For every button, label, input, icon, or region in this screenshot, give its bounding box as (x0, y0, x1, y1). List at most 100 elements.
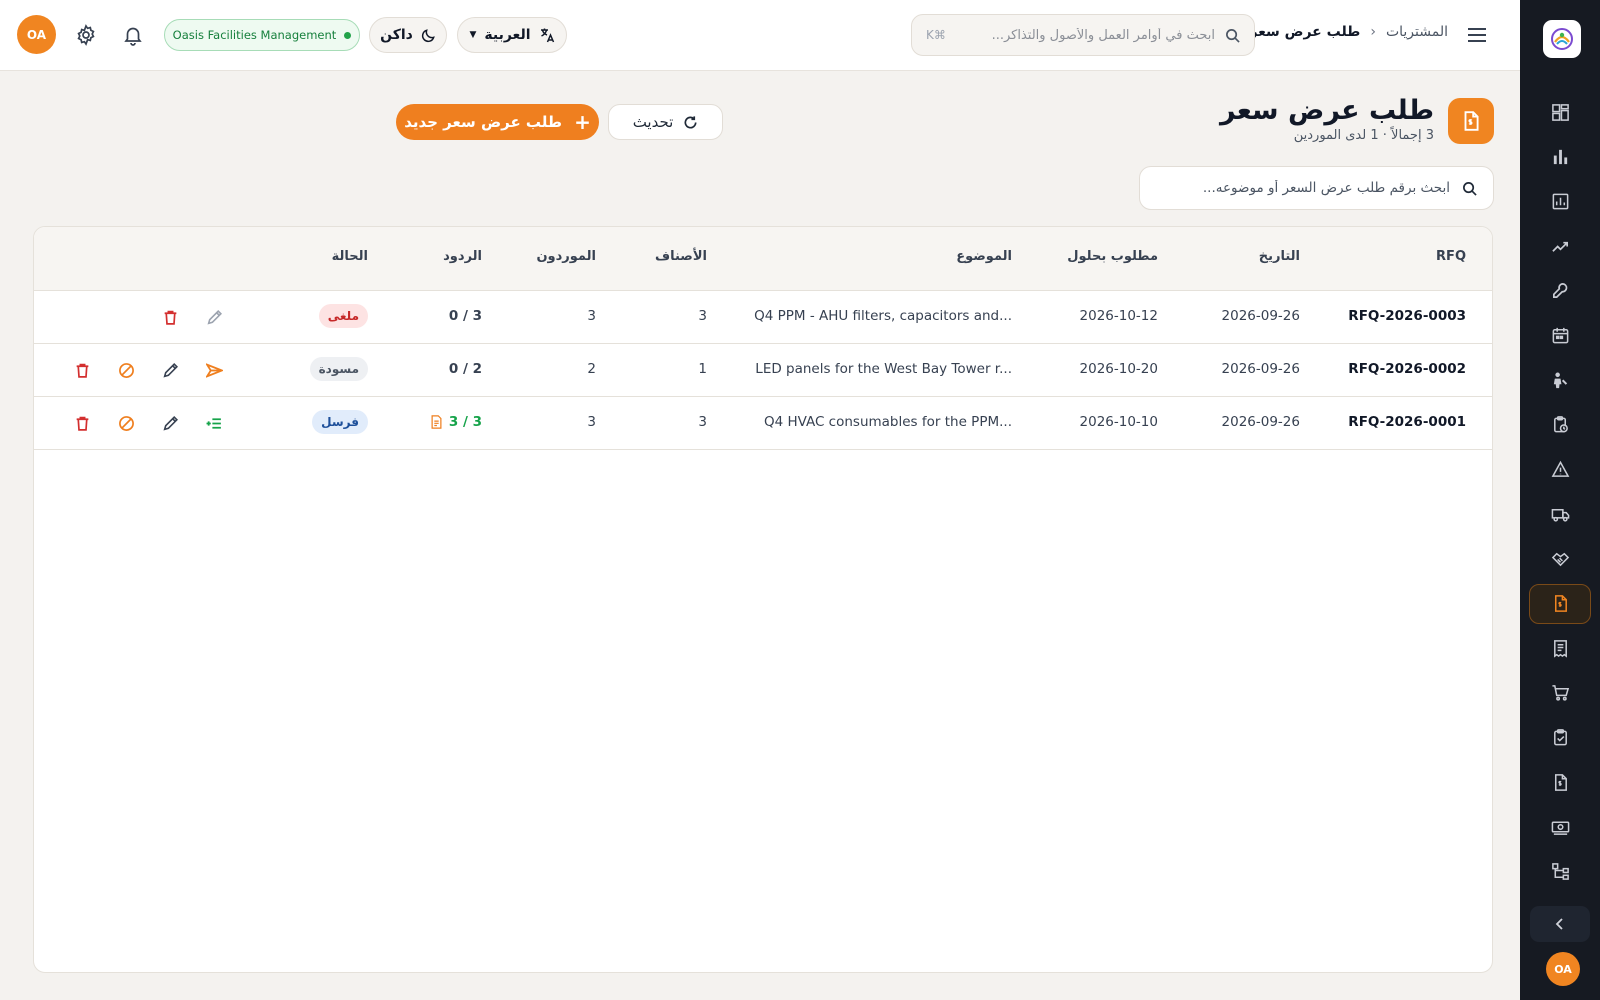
organization-badge[interactable]: Oasis Facilities Management (164, 19, 360, 51)
sidebar-item-payments[interactable] (1529, 807, 1591, 847)
trash-icon (76, 416, 88, 431)
sidebar-item-logistics[interactable] (1529, 494, 1591, 534)
theme-label: داكن (380, 27, 413, 43)
cell-suppliers: 2 (587, 361, 596, 377)
send-button[interactable] (204, 360, 224, 380)
col-rfq[interactable]: RFQ (1436, 249, 1466, 264)
translate-icon (540, 28, 554, 43)
plus-icon: + (574, 110, 591, 134)
refresh-button[interactable]: تحديث (608, 104, 723, 140)
cell-items: 1 (698, 361, 707, 377)
cell-responses: 3 / 3 (430, 414, 482, 430)
handshake-icon (1551, 553, 1569, 567)
settings-button[interactable] (75, 24, 97, 46)
sidebar-item-org-structure[interactable] (1529, 852, 1591, 892)
notifications-button[interactable] (122, 24, 144, 46)
delete-button[interactable] (160, 307, 180, 327)
refresh-label: تحديث (632, 113, 674, 131)
logo-icon (1551, 28, 1573, 50)
report-chart-icon (1552, 193, 1568, 210)
new-rfq-button[interactable]: + طلب عرض سعر جديد (396, 104, 599, 140)
sidebar-item-invoices[interactable] (1529, 762, 1591, 802)
cell-suppliers: 3 (587, 414, 596, 430)
new-rfq-label: طلب عرض سعر جديد (404, 113, 563, 131)
col-subject[interactable]: الموضوع (956, 249, 1012, 264)
breadcrumb-separator-icon: ‹ (1370, 24, 1376, 40)
edit-button[interactable] (204, 307, 224, 327)
user-avatar[interactable]: OA (17, 15, 56, 54)
sidebar-item-contracts[interactable] (1529, 539, 1591, 579)
cell-rfq[interactable]: RFQ-2026-0003 (1348, 308, 1466, 324)
menu-button[interactable] (1464, 22, 1490, 48)
chevron-down-icon: ▼ (469, 30, 477, 40)
global-search-input[interactable] (955, 27, 1215, 43)
topbar: المشتريات ‹ طلب عرض سعر ⌘K العربية ▼ داك… (0, 0, 1520, 71)
sidebar-item-calendar[interactable] (1529, 315, 1591, 355)
cancel-button[interactable] (116, 360, 136, 380)
sidebar-item-dashboard[interactable] (1529, 92, 1591, 132)
global-search[interactable]: ⌘K (911, 14, 1255, 56)
language-selector[interactable]: العربية ▼ (457, 17, 567, 53)
rfq-search[interactable] (1139, 166, 1494, 210)
online-status-dot (344, 31, 352, 39)
edit-button[interactable] (160, 413, 180, 433)
sidebar-item-trends[interactable] (1529, 226, 1591, 266)
trash-icon (76, 363, 88, 378)
refresh-icon (684, 115, 697, 128)
clipboard-clock-icon (1553, 416, 1568, 433)
col-responses[interactable]: الردود (443, 249, 482, 264)
cell-rfq[interactable]: RFQ-2026-0002 (1348, 361, 1466, 377)
page-rfq-icon (1448, 98, 1494, 144)
col-suppliers[interactable]: الموردون (536, 249, 596, 264)
cell-items: 3 (698, 414, 707, 430)
delete-button[interactable] (72, 413, 92, 433)
cell-items: 3 (698, 308, 707, 324)
bell-icon (124, 27, 142, 46)
document-icon (431, 415, 442, 429)
theme-toggle[interactable]: داكن (369, 17, 447, 53)
table-row[interactable]: RFQ-2026-0003 2026-09-26 2026-10-12 Q4 P… (34, 291, 1492, 344)
sidebar-nav (1520, 92, 1600, 896)
clipboard-check-icon (1553, 729, 1567, 746)
col-items[interactable]: الأصناف (655, 249, 707, 264)
compare-button[interactable] (204, 413, 224, 433)
dashboard-icon (1551, 103, 1569, 121)
bar-chart-icon (1553, 150, 1567, 165)
cancel-button[interactable] (116, 413, 136, 433)
moon-icon (421, 28, 435, 42)
cell-rfq[interactable]: RFQ-2026-0001 (1348, 414, 1466, 430)
breadcrumb-current: طلب عرض سعر (1249, 24, 1361, 40)
breadcrumb: المشتريات ‹ طلب عرض سعر (1249, 24, 1448, 40)
sidebar-collapse-button[interactable] (1530, 906, 1590, 942)
col-status[interactable]: الحالة (332, 249, 368, 264)
sidebar-item-scheduled-checks[interactable] (1529, 405, 1591, 445)
page-subtitle: 3 إجمالاً · 1 لدى الموردين (1293, 128, 1434, 143)
app-logo[interactable] (1543, 20, 1581, 58)
sidebar-item-rfq[interactable] (1529, 583, 1591, 624)
delete-button[interactable] (72, 360, 92, 380)
sidebar-item-technicians[interactable] (1529, 360, 1591, 400)
cell-suppliers: 3 (587, 308, 596, 324)
edit-button[interactable] (160, 360, 180, 380)
sidebar-item-purchase-orders[interactable] (1529, 673, 1591, 713)
breadcrumb-parent[interactable]: المشتريات (1386, 24, 1448, 40)
receipt-icon (1553, 639, 1567, 658)
cell-required-by: 2026-10-12 (1079, 308, 1158, 324)
sidebar-item-maintenance[interactable] (1529, 271, 1591, 311)
cell-date: 2026-09-26 (1221, 361, 1300, 377)
sidebar-item-quotations[interactable] (1529, 628, 1591, 668)
sidebar-item-reports[interactable] (1529, 181, 1591, 221)
col-required-by[interactable]: مطلوب بحلول (1067, 249, 1158, 264)
technician-icon (1553, 372, 1567, 388)
rfq-search-input[interactable] (1156, 180, 1450, 196)
status-badge: مسودة (309, 357, 368, 381)
sidebar-item-analytics[interactable] (1529, 137, 1591, 177)
sidebar-item-receiving[interactable] (1529, 718, 1591, 758)
sidebar-item-incidents[interactable] (1529, 450, 1591, 490)
col-date[interactable]: التاريخ (1259, 249, 1300, 264)
table-row[interactable]: RFQ-2026-0002 2026-09-26 2026-10-20 LED … (34, 344, 1492, 397)
table-row[interactable]: RFQ-2026-0001 2026-09-26 2026-10-10 Q4 H… (34, 397, 1492, 450)
sidebar-avatar[interactable]: OA (1546, 952, 1580, 986)
chevron-left-icon (1555, 918, 1563, 930)
trend-icon (1551, 241, 1568, 252)
